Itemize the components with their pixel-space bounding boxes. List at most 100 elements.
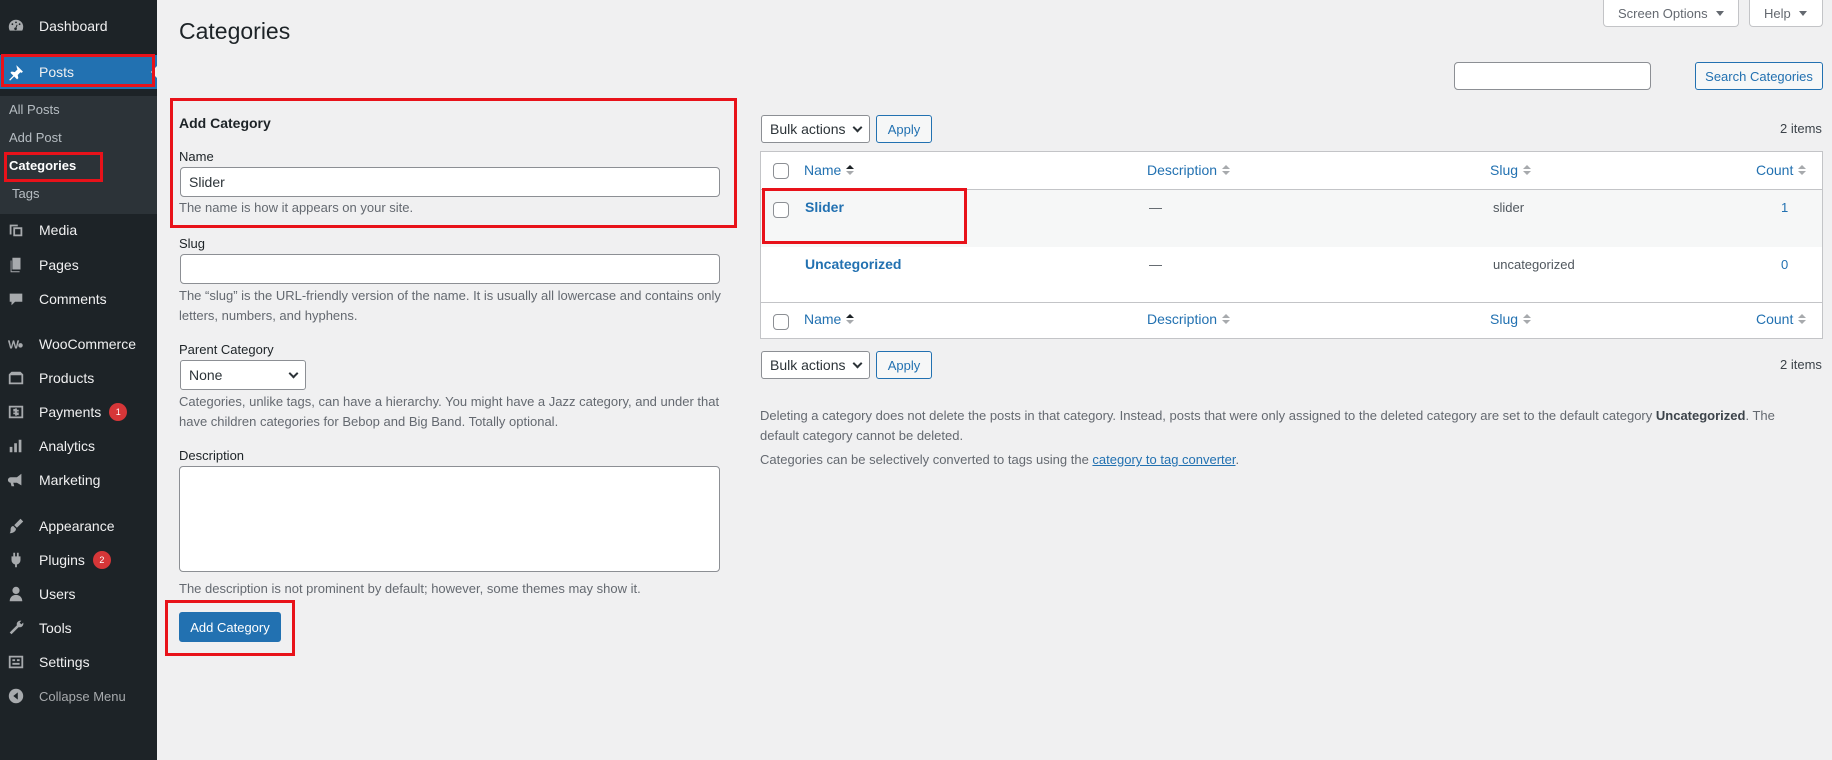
apply-button-top[interactable]: Apply [876,115,932,143]
chevron-down-icon [852,122,863,132]
column-label: Name [804,162,842,178]
sidebar-item-marketing[interactable]: Marketing [0,463,157,497]
sort-icon [1222,314,1231,324]
category-count-link[interactable]: 0 [1781,257,1788,272]
media-icon [6,220,26,240]
submenu-tags[interactable]: Tags [12,186,39,201]
comments-icon [6,289,26,309]
slug-field[interactable] [180,254,720,284]
sidebar-item-comments[interactable]: Comments [0,282,157,316]
help-button[interactable]: Help [1749,0,1823,27]
column-label: Count [1756,162,1794,178]
select-all-checkbox[interactable] [773,163,789,179]
column-count[interactable]: Count [1756,162,1807,178]
table-footer: Name Description Slug Count [761,302,1822,339]
search-input[interactable] [1454,62,1651,90]
collapse-menu-button[interactable]: Collapse Menu [0,679,157,713]
category-count-link[interactable]: 1 [1781,200,1788,215]
sidebar-item-woocommerce[interactable]: WooCommerce [0,327,157,361]
sidebar-item-label: Collapse Menu [39,688,126,704]
column-name[interactable]: Name [804,162,855,178]
row-checkbox[interactable] [773,202,789,218]
description-textarea[interactable] [179,466,720,572]
pages-icon [6,255,26,275]
collapse-icon [6,686,26,706]
parent-category-label: Parent Category [179,342,274,357]
parent-category-select[interactable]: None [180,360,306,390]
submenu-all-posts[interactable]: All Posts [9,102,60,117]
sidebar-item-products[interactable]: Products [0,361,157,395]
select-all-checkbox-footer[interactable] [773,314,789,330]
delete-note: Deleting a category does not delete the … [760,406,1800,446]
sidebar-item-plugins[interactable]: Plugins 2 [0,543,157,577]
settings-icon [6,652,26,672]
column-label: Count [1756,311,1794,327]
column-description[interactable]: Description [1147,311,1231,327]
sidebar-item-label: Settings [39,654,90,670]
items-count-bottom: 2 items [1780,357,1822,372]
delete-note-text: Deleting a category does not delete the … [760,408,1656,423]
column-count[interactable]: Count [1756,311,1807,327]
sidebar-item-dashboard[interactable]: Dashboard [0,9,157,43]
delete-note-text-line2: default category cannot be deleted. [760,428,964,443]
sidebar-item-tools[interactable]: Tools [0,611,157,645]
name-help: The name is how it appears on your site. [179,200,414,215]
submenu-categories[interactable]: Categories [9,158,76,173]
caret-down-icon [1715,10,1724,16]
wrench-icon [6,618,26,638]
default-category-name: Uncategorized [1655,408,1746,423]
screen-options-button[interactable]: Screen Options [1603,0,1739,27]
sidebar-item-label: Payments [39,404,102,420]
search-categories-button[interactable]: Search Categories [1695,62,1823,90]
sidebar-item-label: Products [39,370,95,386]
caret-down-icon [1798,10,1807,16]
name-field[interactable]: Slider [180,167,720,197]
column-slug[interactable]: Slug [1490,162,1532,178]
category-name-link[interactable]: Uncategorized [805,256,901,272]
apply-button-bottom[interactable]: Apply [876,351,932,379]
add-category-button[interactable]: Add Category [179,612,281,642]
dashboard-icon [6,16,26,36]
column-slug[interactable]: Slug [1490,311,1532,327]
paintbrush-icon [6,516,26,536]
parent-category-value: None [189,367,223,383]
sidebar-item-users[interactable]: Users [0,577,157,611]
sidebar-item-posts[interactable]: Posts [0,55,157,89]
category-description: — [1149,257,1162,272]
name-label: Name [179,149,214,164]
slug-help-line-2: letters, numbers, and hyphens. [179,308,358,323]
submenu-add-post[interactable]: Add Post [9,130,62,145]
sidebar-item-pages[interactable]: Pages [0,248,157,282]
sidebar-item-label: Pages [39,257,79,273]
bulk-actions-select-bottom[interactable]: Bulk actions [761,351,870,379]
column-label: Description [1147,311,1218,327]
sidebar-item-media[interactable]: Media [0,213,157,247]
parent-help-line-2: have children categories for Bebop and B… [179,414,559,429]
sidebar-item-settings[interactable]: Settings [0,645,157,679]
column-name[interactable]: Name [804,311,855,327]
admin-sidebar: Dashboard Posts All Posts Add Post Categ… [0,0,157,760]
sidebar-item-analytics[interactable]: Analytics [0,429,157,463]
current-menu-arrow [151,66,157,78]
items-count-top: 2 items [1780,121,1822,136]
plugin-icon [6,550,26,570]
sidebar-item-label: WooCommerce [39,336,136,352]
description-help: The description is not prominent by defa… [179,581,641,596]
sidebar-item-appearance[interactable]: Appearance [0,509,157,543]
bulk-actions-select-top[interactable]: Bulk actions [761,115,870,143]
payments-icon [6,402,26,422]
sidebar-item-payments[interactable]: Payments 1 [0,395,157,429]
sort-icon [1523,165,1532,175]
bulk-actions-value: Bulk actions [770,357,846,373]
sort-icon [1523,314,1532,324]
table-row: Uncategorized — uncategorized 0 [761,247,1822,304]
products-icon [6,368,26,388]
sort-icon [1798,165,1807,175]
megaphone-icon [6,470,26,490]
sidebar-item-label: Plugins [39,552,85,568]
category-name-link[interactable]: Slider [805,199,844,215]
slug-help-line-1: The “slug” is the URL-friendly version o… [179,288,721,303]
category-to-tag-converter-link[interactable]: category to tag converter [1092,452,1235,467]
column-label: Slug [1490,311,1519,327]
column-description[interactable]: Description [1147,162,1231,178]
